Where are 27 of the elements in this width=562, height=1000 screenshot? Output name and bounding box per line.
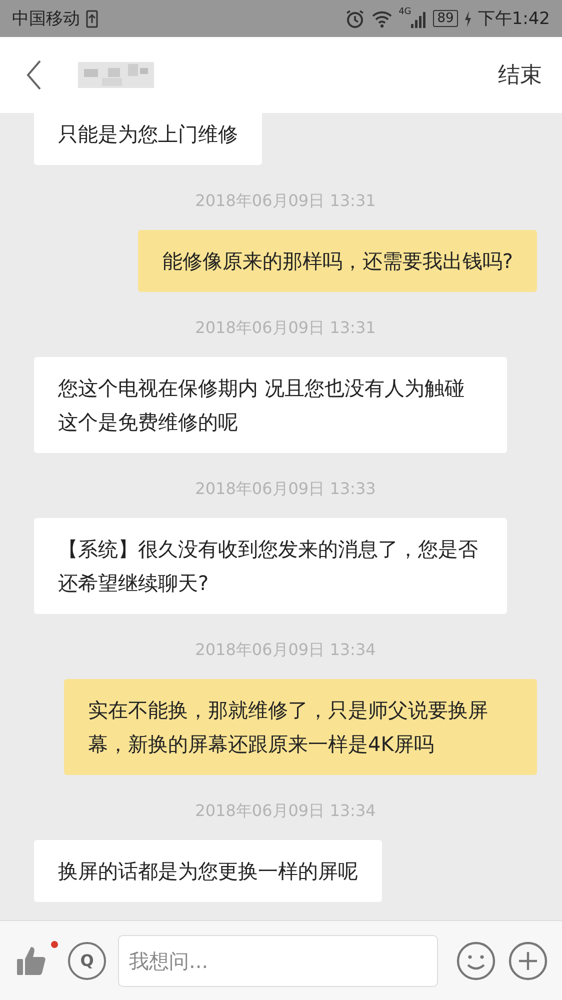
thumbs-up-icon[interactable] bbox=[16, 944, 48, 976]
wifi-icon bbox=[370, 10, 393, 28]
question-button[interactable]: Q bbox=[68, 942, 106, 980]
carrier-name: 中国移动 bbox=[12, 8, 80, 30]
timestamp: 2018年06月09日 13:31 bbox=[195, 318, 376, 339]
battery-level: 89 bbox=[433, 10, 458, 27]
incoming-message-bubble: 【系统】很久没有收到您发来的消息了，您是否还希望继续聊天? bbox=[34, 518, 507, 614]
timestamp: 2018年06月09日 13:34 bbox=[195, 801, 376, 822]
outgoing-message-bubble: 实在不能换，那就维修了，只是师父说要换屏幕，新换的屏幕还跟原来一样是4K屏吗 bbox=[64, 679, 537, 775]
smiley-icon[interactable] bbox=[456, 940, 496, 980]
incoming-message-bubble: 只能是为您上门维修 bbox=[34, 113, 262, 165]
timestamp: 2018年06月09日 13:33 bbox=[195, 479, 376, 500]
network-label: 4G bbox=[398, 7, 412, 17]
incoming-message-bubble: 您这个电视在保修期内 况且您也没有人为触碰这个是免费维修的呢 bbox=[34, 357, 507, 453]
timestamp: 2018年06月09日 13:31 bbox=[195, 191, 376, 212]
end-chat-button[interactable]: 结束 bbox=[498, 60, 542, 90]
outgoing-message-bubble: 能修像原来的那样吗，还需要我出钱吗? bbox=[138, 230, 537, 292]
back-icon[interactable] bbox=[26, 60, 42, 90]
clock-time: 下午1:42 bbox=[478, 8, 550, 30]
question-input-field[interactable]: 我想问... bbox=[118, 934, 438, 986]
upload-icon bbox=[86, 10, 98, 28]
alarm-icon bbox=[344, 8, 365, 28]
incoming-message-bubble: 换屏的话都是为您更换一样的屏呢 bbox=[34, 840, 382, 902]
charging-icon bbox=[464, 10, 472, 26]
signal-icon bbox=[411, 10, 428, 28]
timestamp: 2018年06月09日 13:34 bbox=[195, 640, 376, 661]
plus-icon[interactable] bbox=[508, 940, 548, 980]
